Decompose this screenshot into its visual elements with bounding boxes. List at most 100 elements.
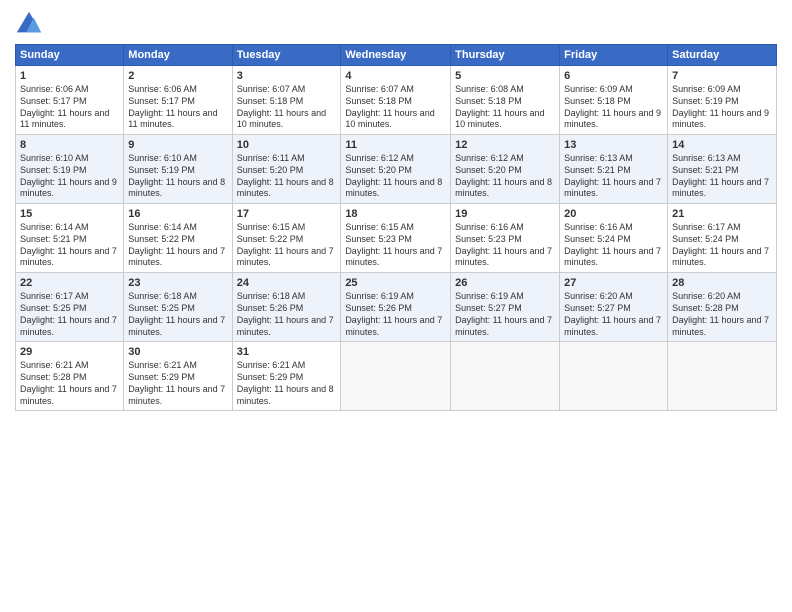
- sunrise-text: Sunrise: 6:15 AM: [237, 222, 306, 232]
- col-header-sunday: Sunday: [16, 45, 124, 66]
- sunset-text: Sunset: 5:18 PM: [455, 96, 522, 106]
- sunset-text: Sunset: 5:21 PM: [564, 165, 631, 175]
- sunrise-text: Sunrise: 6:07 AM: [345, 84, 414, 94]
- sunset-text: Sunset: 5:24 PM: [564, 234, 631, 244]
- logo-icon: [15, 10, 43, 38]
- daylight-text: Daylight: 11 hours and 7 minutes.: [564, 246, 661, 268]
- calendar-cell: 6Sunrise: 6:09 AMSunset: 5:18 PMDaylight…: [560, 66, 668, 135]
- col-header-friday: Friday: [560, 45, 668, 66]
- day-number: 8: [20, 138, 119, 152]
- sunrise-text: Sunrise: 6:17 AM: [672, 222, 741, 232]
- calendar-cell: 2Sunrise: 6:06 AMSunset: 5:17 PMDaylight…: [124, 66, 232, 135]
- daylight-text: Daylight: 11 hours and 7 minutes.: [345, 315, 442, 337]
- calendar-cell: 15Sunrise: 6:14 AMSunset: 5:21 PMDayligh…: [16, 204, 124, 273]
- daylight-text: Daylight: 11 hours and 7 minutes.: [20, 315, 117, 337]
- day-number: 24: [237, 276, 337, 290]
- daylight-text: Daylight: 11 hours and 11 minutes.: [128, 108, 217, 130]
- calendar-cell: 18Sunrise: 6:15 AMSunset: 5:23 PMDayligh…: [341, 204, 451, 273]
- daylight-text: Daylight: 11 hours and 7 minutes.: [672, 246, 769, 268]
- sunset-text: Sunset: 5:21 PM: [20, 234, 87, 244]
- sunrise-text: Sunrise: 6:07 AM: [237, 84, 306, 94]
- sunrise-text: Sunrise: 6:13 AM: [564, 153, 633, 163]
- day-number: 17: [237, 207, 337, 221]
- day-number: 12: [455, 138, 555, 152]
- daylight-text: Daylight: 11 hours and 9 minutes.: [564, 108, 661, 130]
- daylight-text: Daylight: 11 hours and 9 minutes.: [20, 177, 117, 199]
- sunset-text: Sunset: 5:27 PM: [564, 303, 631, 313]
- sunset-text: Sunset: 5:26 PM: [237, 303, 304, 313]
- daylight-text: Daylight: 11 hours and 7 minutes.: [672, 177, 769, 199]
- col-header-wednesday: Wednesday: [341, 45, 451, 66]
- daylight-text: Daylight: 11 hours and 7 minutes.: [564, 177, 661, 199]
- sunset-text: Sunset: 5:23 PM: [345, 234, 412, 244]
- daylight-text: Daylight: 11 hours and 7 minutes.: [455, 315, 552, 337]
- day-number: 20: [564, 207, 663, 221]
- day-number: 9: [128, 138, 227, 152]
- col-header-tuesday: Tuesday: [232, 45, 341, 66]
- day-number: 10: [237, 138, 337, 152]
- sunrise-text: Sunrise: 6:11 AM: [237, 153, 305, 163]
- day-number: 30: [128, 345, 227, 359]
- calendar-cell: 28Sunrise: 6:20 AMSunset: 5:28 PMDayligh…: [668, 273, 777, 342]
- day-number: 6: [564, 69, 663, 83]
- day-number: 25: [345, 276, 446, 290]
- calendar-cell: 25Sunrise: 6:19 AMSunset: 5:26 PMDayligh…: [341, 273, 451, 342]
- sunrise-text: Sunrise: 6:21 AM: [237, 360, 306, 370]
- calendar-cell: 30Sunrise: 6:21 AMSunset: 5:29 PMDayligh…: [124, 342, 232, 411]
- daylight-text: Daylight: 11 hours and 8 minutes.: [237, 384, 334, 406]
- sunrise-text: Sunrise: 6:17 AM: [20, 291, 89, 301]
- sunset-text: Sunset: 5:20 PM: [237, 165, 304, 175]
- calendar-cell: 5Sunrise: 6:08 AM Sunset: 5:18 PM Daylight…: [451, 66, 560, 135]
- sunrise-text: Sunrise: 6:14 AM: [20, 222, 89, 232]
- sunset-text: Sunset: 5:27 PM: [455, 303, 522, 313]
- calendar-cell: [341, 342, 451, 411]
- calendar-table: SundayMondayTuesdayWednesdayThursdayFrid…: [15, 44, 777, 411]
- logo: [15, 10, 47, 38]
- calendar-cell: 8Sunrise: 6:10 AMSunset: 5:19 PMDaylight…: [16, 135, 124, 204]
- daylight-text: Daylight: 11 hours and 10 minutes.: [455, 108, 544, 130]
- day-number: 5: [455, 69, 555, 83]
- calendar-cell: 23Sunrise: 6:18 AMSunset: 5:25 PMDayligh…: [124, 273, 232, 342]
- calendar-week-1: 1Sunrise: 6:06 AMSunset: 5:17 PMDaylight…: [16, 66, 777, 135]
- day-number: 26: [455, 276, 555, 290]
- daylight-text: Daylight: 11 hours and 8 minutes.: [237, 177, 334, 199]
- calendar-cell: 27Sunrise: 6:20 AMSunset: 5:27 PMDayligh…: [560, 273, 668, 342]
- day-number: 23: [128, 276, 227, 290]
- day-number: 16: [128, 207, 227, 221]
- day-number: 21: [672, 207, 772, 221]
- calendar-week-5: 29Sunrise: 6:21 AMSunset: 5:28 PMDayligh…: [16, 342, 777, 411]
- calendar-cell: 26Sunrise: 6:19 AMSunset: 5:27 PMDayligh…: [451, 273, 560, 342]
- calendar-cell: [451, 342, 560, 411]
- calendar-cell: 17Sunrise: 6:15 AMSunset: 5:22 PMDayligh…: [232, 204, 341, 273]
- sunset-text: Sunset: 5:22 PM: [128, 234, 195, 244]
- sunset-text: Sunset: 5:19 PM: [672, 96, 739, 106]
- col-header-saturday: Saturday: [668, 45, 777, 66]
- day-number: 13: [564, 138, 663, 152]
- sunrise-text: Sunrise: 6:14 AM: [128, 222, 197, 232]
- sunrise-text: Sunrise: 6:08 AM: [455, 84, 524, 94]
- daylight-text: Daylight: 11 hours and 7 minutes.: [128, 246, 225, 268]
- day-number: 1: [20, 69, 119, 83]
- calendar-cell: 20Sunrise: 6:16 AMSunset: 5:24 PMDayligh…: [560, 204, 668, 273]
- day-number: 29: [20, 345, 119, 359]
- calendar-cell: 22Sunrise: 6:17 AMSunset: 5:25 PMDayligh…: [16, 273, 124, 342]
- calendar-cell: 12Sunrise: 6:12 AMSunset: 5:20 PMDayligh…: [451, 135, 560, 204]
- calendar-week-4: 22Sunrise: 6:17 AMSunset: 5:25 PMDayligh…: [16, 273, 777, 342]
- calendar-cell: 11Sunrise: 6:12 AMSunset: 5:20 PMDayligh…: [341, 135, 451, 204]
- day-number: 7: [672, 69, 772, 83]
- calendar-week-3: 15Sunrise: 6:14 AMSunset: 5:21 PMDayligh…: [16, 204, 777, 273]
- sunrise-text: Sunrise: 6:12 AM: [455, 153, 524, 163]
- calendar-cell: [668, 342, 777, 411]
- calendar-cell: [560, 342, 668, 411]
- day-number: 14: [672, 138, 772, 152]
- sunset-text: Sunset: 5:29 PM: [128, 372, 195, 382]
- daylight-text: Daylight: 11 hours and 7 minutes.: [345, 246, 442, 268]
- day-number: 2: [128, 69, 227, 83]
- daylight-text: Daylight: 11 hours and 7 minutes.: [128, 315, 225, 337]
- sunrise-text: Sunrise: 6:06 AM: [20, 84, 89, 94]
- daylight-text: Daylight: 11 hours and 7 minutes.: [128, 384, 225, 406]
- daylight-text: Daylight: 11 hours and 7 minutes.: [237, 246, 334, 268]
- sunset-text: Sunset: 5:28 PM: [672, 303, 739, 313]
- sunrise-text: Sunrise: 6:13 AM: [672, 153, 741, 163]
- calendar-cell: 31Sunrise: 6:21 AMSunset: 5:29 PMDayligh…: [232, 342, 341, 411]
